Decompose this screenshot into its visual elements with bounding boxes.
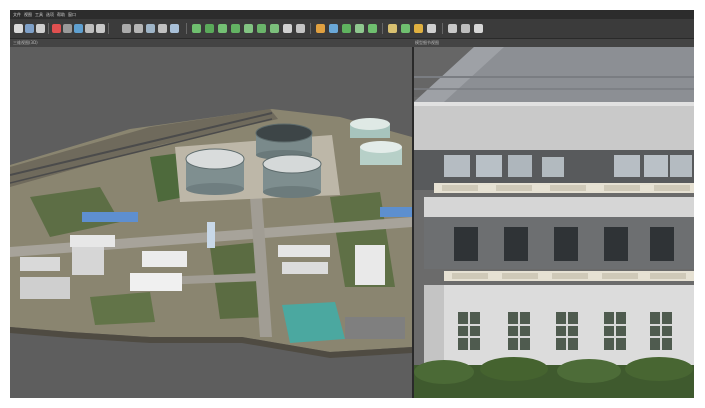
menu-bar: 文件 视图 工具 选项 帮助 窗口	[10, 10, 694, 19]
ac-unit	[644, 155, 668, 177]
ac-unit	[614, 155, 640, 177]
window	[650, 227, 674, 261]
import-icon[interactable]	[355, 24, 364, 33]
viewport-3d-overview[interactable]	[10, 47, 412, 398]
white-building	[20, 257, 60, 271]
menu-item-window[interactable]: 窗口	[68, 10, 76, 19]
open-icon[interactable]	[14, 24, 23, 33]
menu-item-view[interactable]: 视图	[24, 10, 32, 19]
main-toolbar	[10, 19, 694, 39]
rotate-icon[interactable]	[192, 24, 201, 33]
white-building	[72, 247, 104, 275]
stamp-icon[interactable]	[283, 24, 292, 33]
white-building	[70, 235, 115, 247]
white-building	[142, 251, 187, 267]
layers-icon[interactable]	[96, 24, 105, 33]
storage-tank	[360, 141, 402, 165]
application-window: 文件 视图 工具 选项 帮助 窗口 三维视图(3D) 模型细节视图	[10, 10, 694, 398]
marker-icon[interactable]	[342, 24, 351, 33]
zoom-icon[interactable]	[448, 24, 457, 33]
move-icon[interactable]	[170, 24, 179, 33]
window	[554, 227, 578, 261]
brush-icon[interactable]	[244, 24, 253, 33]
camera-icon[interactable]	[296, 24, 305, 33]
ruler-icon[interactable]	[401, 24, 410, 33]
white-building	[355, 245, 385, 285]
measure-icon[interactable]	[146, 24, 155, 33]
folder-icon[interactable]	[388, 24, 397, 33]
blue-roof-building	[82, 212, 138, 222]
building-closeup	[414, 47, 694, 398]
star-icon[interactable]	[329, 24, 338, 33]
blue-roof-building	[380, 207, 412, 217]
toolbar-separator	[48, 23, 49, 34]
pan-icon[interactable]	[461, 24, 470, 33]
info-icon[interactable]	[414, 24, 423, 33]
right-panel-title: 模型细节视图	[412, 39, 694, 47]
fill-icon[interactable]	[270, 24, 279, 33]
help-icon[interactable]	[427, 24, 436, 33]
ac-unit	[670, 155, 692, 177]
save-icon[interactable]	[25, 24, 34, 33]
export-icon[interactable]	[368, 24, 377, 33]
vegetation-patch	[90, 292, 155, 325]
cube-icon[interactable]	[231, 24, 240, 33]
window	[454, 227, 478, 261]
grey-building	[345, 317, 405, 339]
storage-tank	[255, 123, 313, 160]
toolbar-separator	[382, 23, 383, 34]
settings-icon[interactable]	[74, 24, 83, 33]
white-building	[130, 273, 182, 291]
ac-unit	[444, 155, 470, 177]
white-building	[20, 277, 70, 299]
toolbar-separator	[108, 23, 109, 34]
toolbar-separator	[442, 23, 443, 34]
floor-slab	[424, 197, 694, 217]
list-icon[interactable]	[122, 24, 131, 33]
storage-tank	[185, 148, 245, 195]
viewport-3d-detail[interactable]	[412, 47, 694, 398]
window	[604, 227, 628, 261]
copy-icon[interactable]	[63, 24, 72, 33]
toolbar-separator	[186, 23, 187, 34]
toolbar-separator	[310, 23, 311, 34]
ac-unit	[476, 155, 502, 177]
terrain-icon[interactable]	[218, 24, 227, 33]
upper-wall	[414, 102, 694, 150]
water-pool	[282, 302, 345, 343]
grid-icon[interactable]	[85, 24, 94, 33]
white-building	[278, 245, 330, 257]
menu-item-options[interactable]: 选项	[46, 10, 54, 19]
target-icon[interactable]	[316, 24, 325, 33]
storage-tank	[262, 154, 322, 198]
menu-item-help[interactable]: 帮助	[57, 10, 65, 19]
cut-icon[interactable]	[52, 24, 61, 33]
ac-unit	[542, 157, 564, 177]
ac-unit	[508, 155, 532, 177]
menu-item-file[interactable]: 文件	[13, 10, 21, 19]
select-icon[interactable]	[158, 24, 167, 33]
storage-tank	[350, 118, 390, 138]
scale-icon[interactable]	[205, 24, 214, 33]
window	[504, 227, 528, 261]
fullscreen-icon[interactable]	[474, 24, 483, 33]
white-building	[282, 262, 328, 274]
tower-structure	[207, 222, 215, 248]
menu-item-tools[interactable]: 工具	[35, 10, 43, 19]
aerial-scene	[10, 47, 412, 398]
erase-icon[interactable]	[257, 24, 266, 33]
new-icon[interactable]	[36, 24, 45, 33]
image-icon[interactable]	[134, 24, 143, 33]
left-panel-title: 三维视图(3D)	[10, 39, 412, 47]
